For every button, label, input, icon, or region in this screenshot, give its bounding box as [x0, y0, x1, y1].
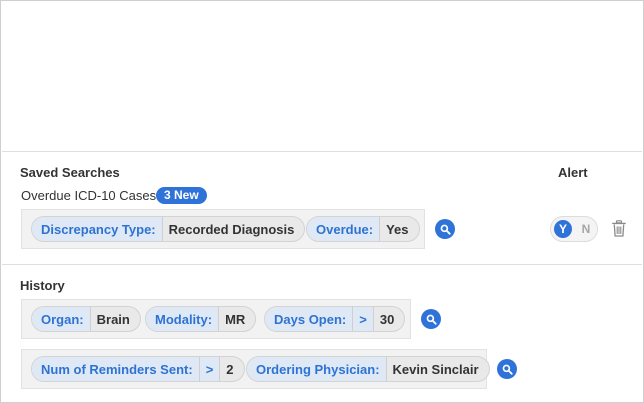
filter-value: Recorded Diagnosis — [168, 221, 295, 237]
filter-chip-days-open[interactable]: Days Open: > 30 — [264, 306, 406, 332]
app-panel: Saved Searches Alert Overdue ICD-10 Case… — [0, 0, 644, 403]
section-divider — [2, 151, 642, 152]
filter-value: 2 — [226, 361, 234, 377]
filter-operator: > — [199, 357, 221, 381]
history-row-2-filters: Num of Reminders Sent: > 2 Ordering Phys… — [21, 349, 490, 389]
filter-key: Organ: — [32, 307, 91, 331]
filter-chip-ordering-physician[interactable]: Ordering Physician: Kevin Sinclair — [246, 356, 490, 382]
alert-heading: Alert — [558, 165, 588, 180]
filter-chip-discrepancy-type[interactable]: Discrepancy Type: Recorded Diagnosis — [31, 216, 306, 242]
alert-yes-option[interactable]: Y — [554, 220, 572, 238]
filter-key: Modality: — [146, 307, 220, 331]
filter-chip-overdue[interactable]: Overdue: Yes — [306, 216, 420, 242]
trash-icon[interactable] — [612, 220, 626, 237]
saved-search-filters: Discrepancy Type: Recorded Diagnosis Ove… — [21, 209, 425, 249]
filter-chip-num-reminders[interactable]: Num of Reminders Sent: > 2 — [31, 356, 245, 382]
filter-value: MR — [225, 311, 246, 327]
filter-operator: > — [353, 307, 374, 331]
run-history-search-button[interactable] — [497, 359, 517, 379]
filter-key: Overdue: — [307, 217, 381, 241]
alert-toggle[interactable]: Y N — [550, 216, 598, 242]
filter-value: Yes — [386, 221, 409, 237]
new-count-badge: 3 New — [156, 187, 207, 204]
history-heading: History — [20, 278, 65, 293]
run-saved-search-button[interactable] — [435, 219, 455, 239]
filter-key: Discrepancy Type: — [32, 217, 163, 241]
filter-key: Days Open: — [265, 307, 354, 331]
filter-value: Kevin Sinclair — [392, 361, 479, 377]
saved-searches-heading: Saved Searches — [20, 165, 120, 180]
section-divider — [2, 264, 642, 265]
search-icon — [426, 314, 437, 325]
alert-no-option[interactable]: N — [580, 220, 592, 238]
search-icon — [502, 364, 513, 375]
filter-chip-modality[interactable]: Modality: MR — [145, 306, 257, 332]
filter-chip-organ[interactable]: Organ: Brain — [31, 306, 141, 332]
filter-key: Num of Reminders Sent: — [32, 357, 200, 381]
search-icon — [440, 224, 451, 235]
filter-value: 30 — [379, 311, 395, 327]
filter-key: Ordering Physician: — [247, 357, 387, 381]
run-history-search-button[interactable] — [421, 309, 441, 329]
history-row-1-filters: Organ: Brain Modality: MR Days Open: > 3… — [21, 299, 411, 339]
filter-value: Brain — [96, 311, 130, 327]
saved-search-name[interactable]: Overdue ICD-10 Cases — [21, 188, 156, 203]
